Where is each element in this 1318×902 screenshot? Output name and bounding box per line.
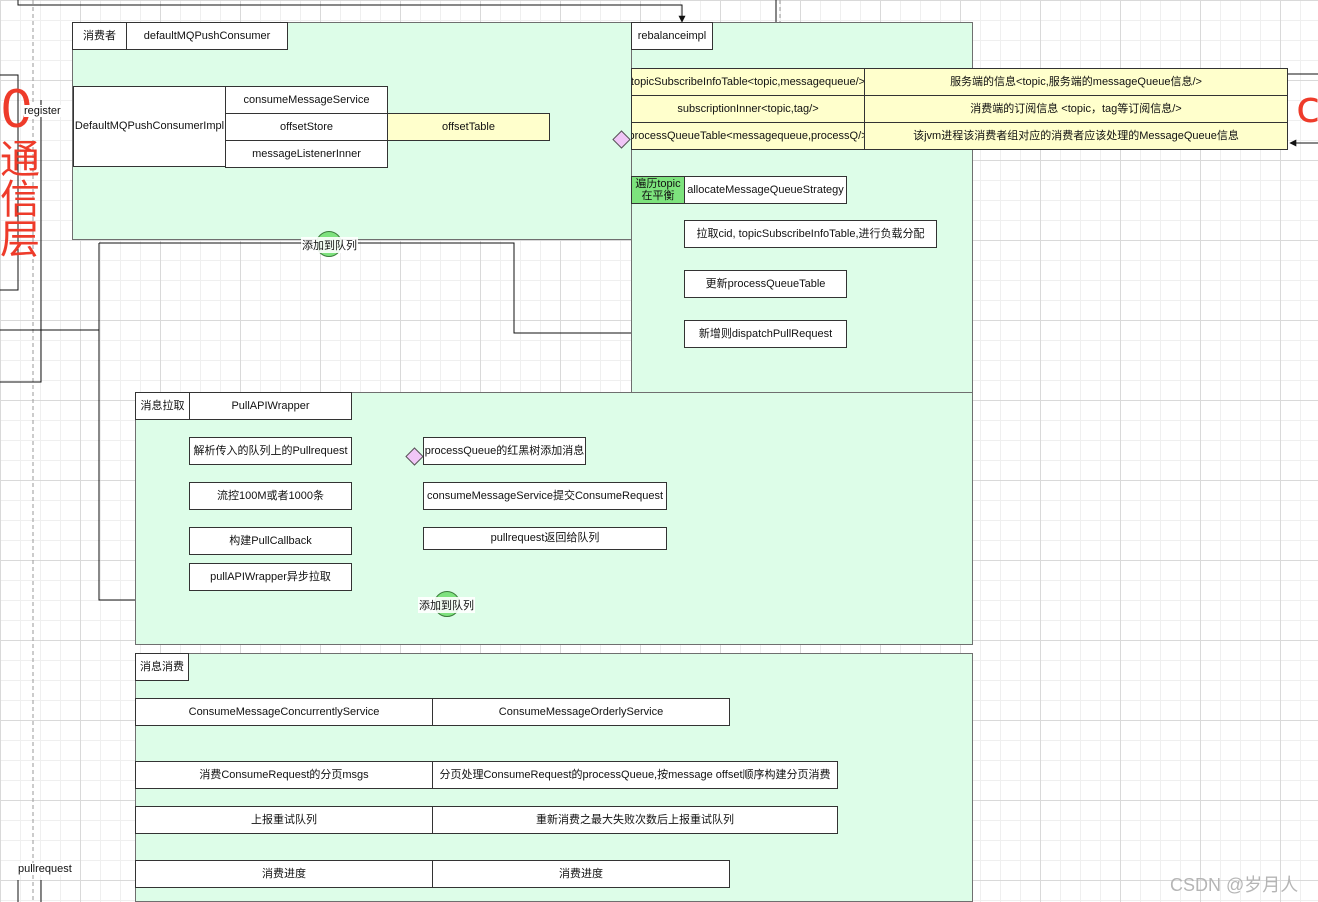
pull-tag: 消息拉取 — [135, 392, 190, 420]
consume-row-4-left: 消费进度 — [135, 860, 433, 888]
consume-row-2-right: 分页处理ConsumeRequest的processQueue,按message… — [432, 761, 838, 789]
consume-row-1-right: ConsumeMessageOrderlyService — [432, 698, 730, 726]
consume-row-3-left: 上报重试队列 — [135, 806, 433, 834]
comm-layer-text: 通信层 — [0, 137, 40, 263]
rebalance-table-key-3: processQueueTable<messagequeue,processQ/… — [631, 122, 865, 150]
message-listener-inner: messageListenerInner — [225, 140, 388, 168]
rebalance-step-3: 新增则dispatchPullRequest — [684, 320, 847, 348]
pull-panel — [135, 392, 973, 645]
rebalance-step-2: 更新processQueueTable — [684, 270, 847, 298]
red-side-mark: c — [1296, 82, 1318, 133]
consume-row-4-right: 消费进度 — [432, 860, 730, 888]
pull-step-4: pullAPIWrapper异步拉取 — [189, 563, 352, 591]
consume-message-service: consumeMessageService — [225, 86, 388, 114]
rebalance-table-desc-3: 该jvm进程该消费者组对应的消费者应该处理的MessageQueue信息 — [864, 122, 1288, 150]
queue-label-bottom: 添加到队列 — [418, 597, 475, 613]
rebalance-step-1: 拉取cid, topicSubscribeInfoTable,进行负载分配 — [684, 220, 937, 248]
consume-row-1-left: ConsumeMessageConcurrentlyService — [135, 698, 433, 726]
pull-right-step-1: processQueue的红黑树添加消息 — [423, 437, 586, 465]
consumer-tag: 消费者 — [72, 22, 127, 50]
consumer-impl: DefaultMQPushConsumerImpl — [73, 86, 226, 167]
pullrequest-label: pullrequest — [18, 863, 72, 875]
rebalance-table-key-1: topicSubscribeInfoTable<topic,messageque… — [631, 68, 865, 96]
offset-store: offsetStore — [225, 113, 388, 141]
rebalance-table-desc-1: 服务端的信息<topic,服务端的messageQueue信息/> — [864, 68, 1288, 96]
rebalance-table-key-2: subscriptionInner<topic,tag/> — [631, 95, 865, 123]
watermark: CSDN @岁月人 — [1170, 875, 1299, 895]
pull-step-3: 构建PullCallback — [189, 527, 352, 555]
traverse-topic-label: 遍历topic 在平衡 — [631, 176, 685, 204]
pull-right-step-3: pullrequest返回给队列 — [423, 527, 667, 550]
consume-tag: 消息消费 — [135, 653, 189, 681]
allocate-strategy: allocateMessageQueueStrategy — [684, 176, 847, 204]
rebalance-title: rebalanceimpl — [631, 22, 713, 50]
pull-step-1: 解析传入的队列上的Pullrequest — [189, 437, 352, 465]
register-label: register — [24, 105, 61, 117]
rebalance-table-desc-2: 消费端的订阅信息 <topic，tag等订阅信息/> — [864, 95, 1288, 123]
consumer-name: defaultMQPushConsumer — [126, 22, 288, 50]
consume-row-3-right: 重新消费之最大失败次数后上报重试队列 — [432, 806, 838, 834]
consume-row-2-left: 消费ConsumeRequest的分页msgs — [135, 761, 433, 789]
pull-right-step-2: consumeMessageService提交ConsumeRequest — [423, 482, 667, 510]
pull-api-wrapper: PullAPIWrapper — [189, 392, 352, 420]
pull-step-2: 流控100M或者1000条 — [189, 482, 352, 510]
offset-table: offsetTable — [387, 113, 550, 141]
queue-label-top: 添加到队列 — [301, 237, 358, 253]
